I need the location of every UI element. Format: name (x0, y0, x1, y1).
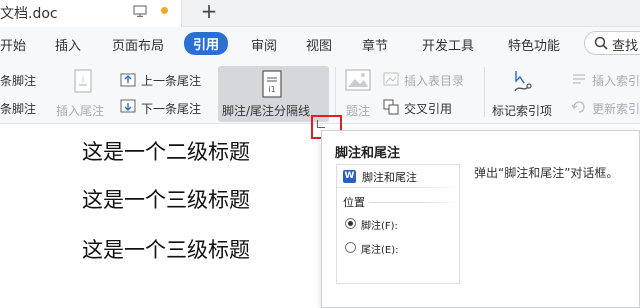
cross-reference-icon (383, 99, 399, 115)
footnote-nav-top-label[interactable]: 条脚注 (0, 72, 36, 89)
menu-insert[interactable]: 插入 (55, 35, 81, 54)
tooltip-popup: 脚注和尾注 W 脚注和尾注 位置 脚注(F): 尾注(E): 弹出“脚注和尾注”… (321, 130, 640, 308)
menu-references[interactable]: 引用 (184, 32, 229, 55)
heading-level-3[interactable]: 这是一个三级标题 (82, 184, 250, 214)
preview-option-endnote: 尾注(E): (361, 245, 399, 256)
preview-dialog-title: 脚注和尾注 (362, 171, 417, 184)
wps-writer-logo-icon: W (343, 170, 356, 183)
heading-level-3[interactable]: 这是一个三级标题 (82, 234, 250, 264)
caption-image-icon (345, 69, 371, 91)
svg-text:i1: i1 (268, 85, 275, 94)
prev-endnote-icon (120, 73, 136, 87)
table-of-figures-icon (383, 72, 399, 86)
cross-reference-button[interactable]: 交叉引用 (404, 100, 452, 117)
insert-table-of-figures-button[interactable]: 插入表目录 (404, 72, 464, 89)
next-endnote-button[interactable]: 下一条尾注 (141, 100, 201, 117)
menu-page-layout[interactable]: 页面布局 (112, 35, 164, 54)
update-index-button[interactable]: 更新索引 (592, 100, 640, 117)
update-index-icon (571, 101, 585, 113)
next-endnote-icon (120, 99, 136, 113)
tooltip-description: 弹出“脚注和尾注”对话框。 (474, 166, 619, 180)
unsaved-dot-icon (161, 7, 168, 14)
mark-index-entry-button[interactable]: 标记索引项 (492, 102, 552, 119)
endnote-radio-icon (345, 242, 356, 253)
search-box[interactable]: 查找 (584, 31, 640, 55)
svg-text:i: i (82, 75, 84, 84)
menu-developer-tools[interactable]: 开发工具 (422, 35, 474, 54)
tooltip-title: 脚注和尾注 (335, 146, 401, 161)
menu-special-features[interactable]: 特色功能 (508, 35, 560, 54)
ribbon-divider (484, 67, 485, 117)
heading-level-2[interactable]: 这是一个二级标题 (82, 136, 250, 166)
menu-review[interactable]: 审阅 (251, 35, 277, 54)
document-title: 文档.doc (0, 6, 58, 22)
search-icon (594, 36, 608, 50)
insert-endnote-icon: i (74, 69, 92, 93)
menu-bar: 开始 插入 页面布局 引用 审阅 视图 章节 开发工具 特色功能 查找 (0, 27, 640, 61)
caption-button[interactable]: 题注 (346, 102, 370, 119)
prev-endnote-button[interactable]: 上一条尾注 (141, 72, 201, 89)
dialog-preview-image: W 脚注和尾注 位置 脚注(F): 尾注(E): (336, 164, 460, 284)
footnote-nav-bottom-label[interactable]: 条脚注 (0, 100, 36, 117)
new-tab-button[interactable]: + (198, 0, 220, 24)
monitor-icon[interactable] (133, 5, 147, 17)
preview-option-footnote: 脚注(F): (361, 221, 398, 232)
mark-index-entry-icon (514, 71, 532, 92)
separator-document-icon: i1 (262, 70, 282, 98)
footnote-radio-icon (345, 218, 356, 229)
footnote-separator-button[interactable]: i1 脚注/尾注分隔线 (218, 66, 329, 122)
menu-view[interactable]: 视图 (306, 35, 332, 54)
menu-home[interactable]: 开始 (0, 35, 26, 54)
title-bar: 文档.doc + (0, 0, 640, 27)
footnote-separator-label: 脚注/尾注分隔线 (222, 104, 311, 118)
menu-section[interactable]: 章节 (362, 35, 388, 54)
ribbon-divider (335, 67, 336, 117)
insert-index-button[interactable]: 插入索引 (592, 72, 640, 89)
document-tab[interactable]: 文档.doc (0, 0, 182, 27)
preview-fade (417, 165, 459, 283)
insert-index-icon (573, 74, 585, 84)
search-label: 查找 (612, 39, 639, 54)
preview-group-label: 位置 (343, 196, 365, 209)
insert-endnote-button[interactable]: 插入尾注 (56, 102, 104, 119)
